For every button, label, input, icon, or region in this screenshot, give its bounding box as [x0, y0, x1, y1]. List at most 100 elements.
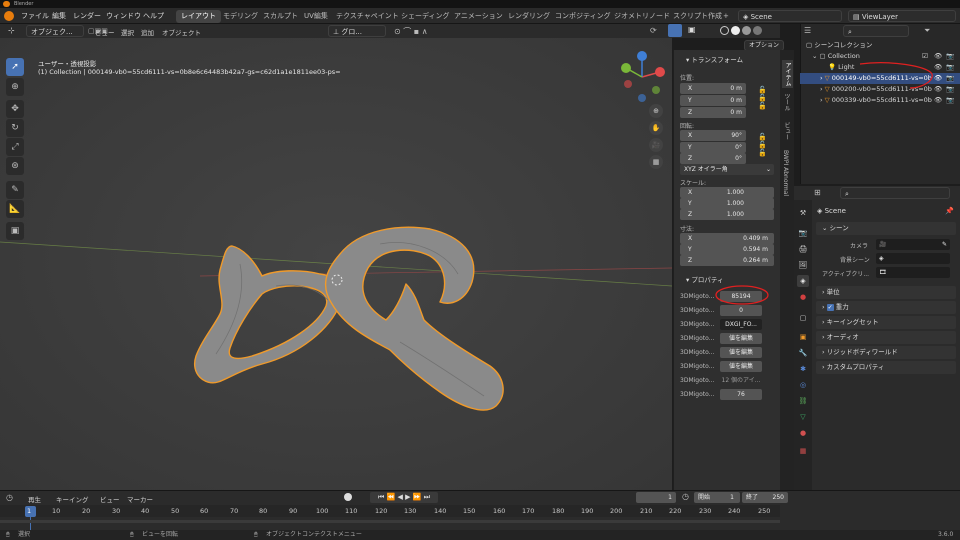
menu-edit[interactable]: 編集 — [52, 11, 66, 22]
record-keyframe-icon[interactable] — [344, 493, 352, 501]
filter-icon[interactable]: ⏷ — [924, 26, 930, 36]
transform-tool[interactable]: ⊛ — [6, 157, 24, 175]
collection-tab-icon[interactable]: ▢ — [797, 312, 809, 324]
blender-menu-icon[interactable] — [4, 11, 14, 21]
timeline-menu-marker[interactable]: マーカー — [127, 494, 153, 504]
prev-key-icon[interactable]: ⏪ — [387, 493, 396, 501]
dimension-y-field[interactable]: Y 0.594 m — [680, 244, 774, 255]
property-value-field[interactable]: 76 — [720, 389, 762, 400]
viewport-menu-object[interactable]: オブジェクト — [162, 27, 201, 37]
dimension-z-field[interactable]: Z 0.264 m — [680, 255, 774, 266]
edit-value-button[interactable]: 値を編集 — [720, 333, 762, 344]
rotate-tool[interactable]: ↻ — [6, 119, 24, 137]
scene-tab-icon[interactable]: ◈ — [797, 275, 809, 287]
workspace-tab-modeling[interactable]: モデリング — [218, 10, 263, 23]
zoom-button[interactable]: ⊕ — [649, 104, 663, 118]
workspace-tab-texture-paint[interactable]: テクスチャペイント — [331, 10, 404, 23]
eye-icon[interactable]: 👁 — [934, 95, 942, 106]
camera-render-icon[interactable]: 📷 — [946, 73, 954, 84]
timeline-editor-icon[interactable]: ◷ — [6, 493, 13, 502]
playback-controls[interactable]: ⏮ ⏪ ◀ ▶ ⏩ ⏭ — [370, 492, 438, 503]
property-value-field[interactable]: 0 — [720, 305, 762, 316]
viewport-menu-select[interactable]: 選択 — [121, 27, 134, 37]
background-scene-field[interactable]: ◈ — [876, 253, 950, 264]
tab-tool[interactable]: ツール — [782, 93, 791, 111]
edit-value-button[interactable]: 値を編集 — [720, 361, 762, 372]
editor-type-icon[interactable]: ⊹ — [8, 26, 15, 35]
timeline-menu-keying[interactable]: キーイング — [56, 494, 89, 504]
gravity-section-header[interactable]: › ✓ 重力 — [816, 301, 956, 314]
start-frame-field[interactable]: 開始 1 — [694, 492, 740, 503]
texture-tab-icon[interactable]: ▦ — [797, 445, 809, 457]
pan-button[interactable]: ✋ — [649, 121, 663, 135]
move-tool[interactable]: ✥ — [6, 100, 24, 118]
keying-sets-section-header[interactable]: › キーイングセット — [816, 316, 956, 329]
overlay-toggle-icon[interactable] — [668, 24, 682, 37]
render-tab-icon[interactable]: 📷 — [797, 227, 809, 239]
clock-icon[interactable]: ◷ — [682, 492, 689, 501]
perspective-toggle-button[interactable]: ▦ — [649, 155, 663, 169]
solid-shading-icon[interactable] — [731, 26, 740, 35]
object-tab-icon[interactable]: ▣ — [797, 331, 809, 343]
play-icon[interactable]: ▶ — [405, 493, 410, 501]
lock-icons-location[interactable]: 🔓 🔓 🔓 — [758, 86, 767, 110]
gizmo-toggle-icon[interactable]: ⟳ — [650, 26, 657, 35]
constraints-tab-icon[interactable]: ⛓ — [797, 395, 809, 407]
workspace-tab-shading[interactable]: シェーディング — [396, 10, 455, 23]
output-tab-icon[interactable]: 🖨 — [797, 243, 809, 255]
scene-section-header[interactable]: ⌄ シーン — [816, 222, 956, 235]
view-layer-tab-icon[interactable]: 🖼 — [797, 259, 809, 271]
lock-icons-rotation[interactable]: 🔓 🔓 🔓 — [758, 133, 767, 157]
view-layer-selector[interactable]: ▤ ViewLayer — [848, 10, 956, 22]
scene-selector[interactable]: ◈ Scene — [738, 10, 842, 22]
add-workspace-button[interactable]: + — [718, 10, 734, 23]
pin-icon[interactable]: 📌 — [945, 207, 954, 215]
modifier-tab-icon[interactable]: 🔧 — [797, 347, 809, 359]
scale-x-field[interactable]: X 1.000 — [680, 187, 774, 198]
outliner-row-mesh[interactable]: › ▽ 000339-vb0=55cd6111-vs=0b 👁 📷 — [800, 95, 960, 106]
jump-end-icon[interactable]: ⏭ — [424, 493, 430, 501]
tab-addon[interactable]: BWPI Abnormal — [782, 150, 789, 196]
pivot-snap-icons[interactable]: ⊙ ⌒ ▪ ∧ — [394, 26, 428, 37]
rotation-x-field[interactable]: X 90° — [680, 130, 746, 141]
current-frame-field[interactable]: 1 — [636, 492, 676, 503]
timeline-scrollbar[interactable] — [0, 520, 780, 523]
add-cube-tool[interactable]: ▣ — [6, 222, 24, 240]
edit-value-button[interactable]: 値を編集 — [720, 347, 762, 358]
scale-y-field[interactable]: Y 1.000 — [680, 198, 774, 209]
workspace-tab-animation[interactable]: アニメーション — [449, 10, 508, 23]
rotation-mode-dropdown[interactable]: XYZ オイラー角 ⌄ — [680, 164, 774, 175]
camera-view-button[interactable]: 🎥 — [649, 138, 663, 152]
mode-selector[interactable]: オブジェク... — [26, 25, 84, 37]
jump-start-icon[interactable]: ⏮ — [378, 493, 384, 501]
timeline-menu-view[interactable]: ビュー — [100, 494, 120, 504]
properties-editor-icon[interactable]: ⊞ — [814, 188, 821, 197]
location-z-field[interactable]: Z 0 m — [680, 107, 746, 118]
tool-settings-tab-icon[interactable]: ⚒ — [797, 207, 809, 219]
workspace-tab-rendering[interactable]: レンダリング — [503, 10, 555, 23]
transform-orientation-selector[interactable]: ⊥ グロ... — [328, 25, 386, 37]
world-tab-icon[interactable]: ● — [797, 291, 809, 303]
annotate-tool[interactable]: ✎ — [6, 181, 24, 199]
material-shading-icon[interactable] — [742, 26, 751, 35]
location-y-field[interactable]: Y 0 m — [680, 95, 746, 106]
workspace-tab-compositing[interactable]: コンポジティング — [550, 10, 616, 23]
data-tab-icon[interactable]: ▽ — [797, 411, 809, 423]
viewport-menu-add[interactable]: 追加 — [141, 27, 154, 37]
workspace-tab-layout[interactable]: レイアウト — [176, 10, 221, 23]
workspace-tab-sculpt[interactable]: スカルプト — [258, 10, 303, 23]
timeline-menu-playback[interactable]: 再生 — [28, 494, 41, 504]
eyedropper-icon[interactable]: ✎ — [942, 239, 947, 250]
select-box-tool[interactable]: ➚ — [6, 58, 24, 76]
gravity-checkbox[interactable]: ✓ — [826, 304, 834, 311]
menu-window[interactable]: ウィンドウ — [106, 11, 141, 22]
rigid-body-world-section-header[interactable]: › リジッドボディワールド — [816, 346, 956, 359]
audio-section-header[interactable]: › オーディオ — [816, 331, 956, 344]
rotation-z-field[interactable]: Z 0° — [680, 153, 746, 164]
units-section-header[interactable]: › 単位 — [816, 286, 956, 299]
menu-help[interactable]: ヘルプ — [143, 11, 164, 22]
tab-view[interactable]: ビュー — [782, 122, 791, 140]
location-x-field[interactable]: X 0 m — [680, 83, 746, 94]
measure-tool[interactable]: 📐 — [6, 200, 24, 218]
rotation-y-field[interactable]: Y 0° — [680, 142, 746, 153]
